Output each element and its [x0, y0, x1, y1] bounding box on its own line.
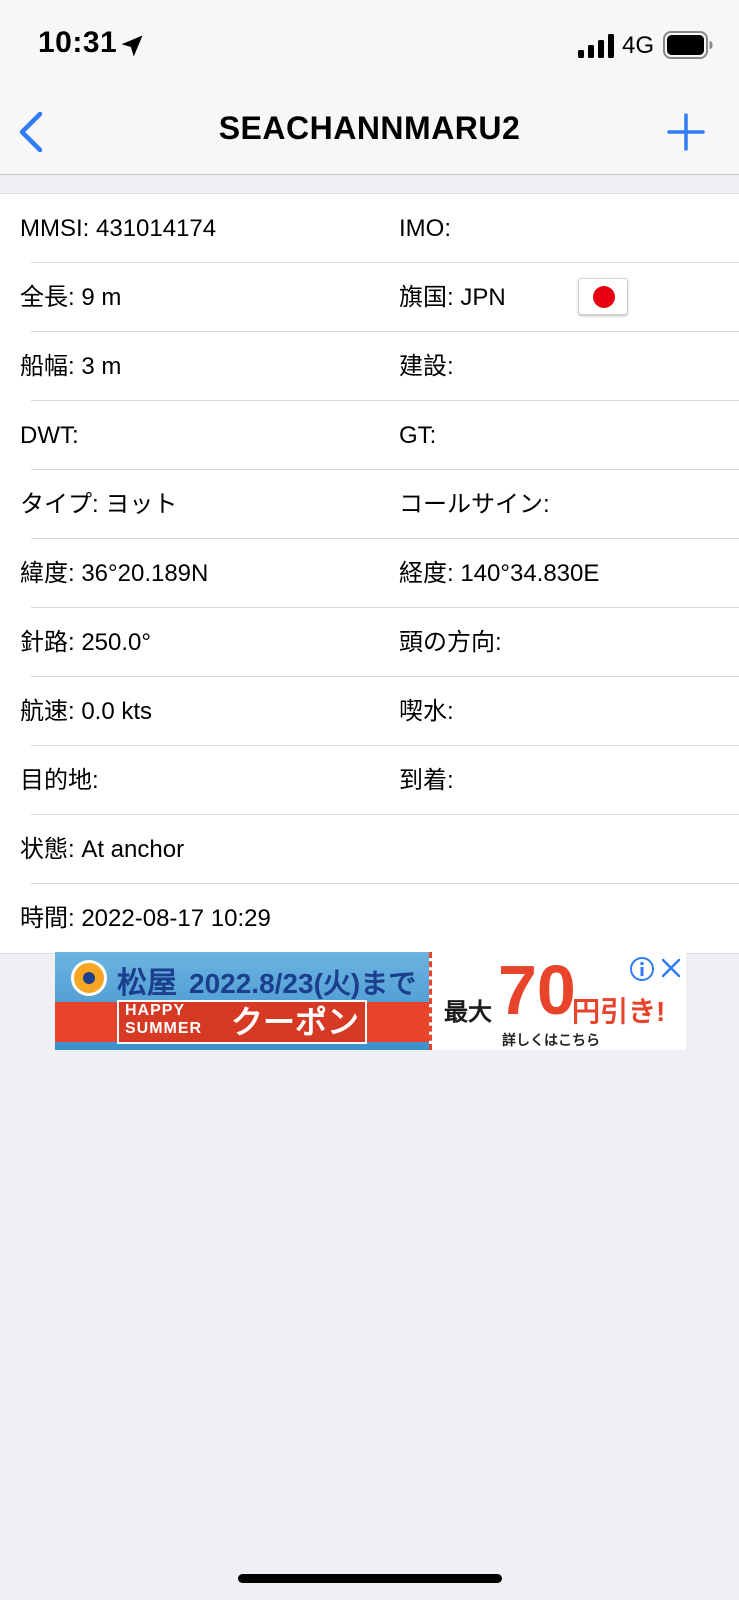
ad-brand-logo-icon [71, 960, 107, 996]
draught-value: 喫水: [399, 698, 454, 725]
type-value: タイプ: ヨット [20, 491, 178, 518]
add-button[interactable] [664, 110, 708, 154]
japan-flag-icon [578, 278, 628, 315]
imo-value: IMO: [399, 215, 451, 242]
info-row-time: 時間: 2022-08-17 10:29 [0, 884, 739, 953]
page-title: SEACHANNMARU2 [218, 110, 521, 146]
navigation-bar: SEACHANNMARU2 [0, 90, 739, 175]
ad-amount: 70 [498, 952, 576, 1029]
info-row-position: 緯度: 36°20.189N 経度: 140°34.830E [0, 539, 739, 608]
course-value: 針路: 250.0° [20, 629, 151, 656]
ad-happy-summer-text: HAPPY SUMMER [125, 1002, 203, 1037]
info-row-type: タイプ: ヨット コールサイン: [0, 470, 739, 539]
ad-date-text: 2022.8/23(火)まで [189, 968, 417, 999]
info-row-length: 全長: 9 m 旗国: JPN [0, 263, 739, 332]
info-row-course: 針路: 250.0° 頭の方向: [0, 608, 739, 677]
heading-value: 頭の方向: [399, 629, 502, 656]
ad-discount-text: 円引き! [572, 996, 666, 1027]
status-bar: 10:31 4G [0, 0, 739, 90]
info-row-beam: 船幅: 3 m 建設: [0, 332, 739, 401]
info-row-status: 状態: At anchor [0, 815, 739, 884]
cellular-signal-icon [578, 34, 614, 58]
longitude-value: 経度: 140°34.830E [399, 560, 600, 587]
callsign-value: コールサイン: [399, 491, 550, 518]
status-time: 10:31 [38, 26, 118, 59]
ad-close-icon[interactable] [659, 956, 683, 980]
ad-banner[interactable]: 松屋 2022.8/23(火)まで HAPPY SUMMER クーポン 最大 7… [55, 952, 686, 1050]
location-arrow-icon [121, 35, 143, 57]
mmsi-value: MMSI: 431014174 [20, 215, 217, 242]
info-row-destination: 目的地: 到着: [0, 746, 739, 815]
ad-details-link[interactable]: 詳しくはこちら [502, 1030, 600, 1050]
flag-disc [593, 286, 615, 308]
ad-coupon-text: クーポン [231, 1004, 360, 1040]
vessel-info-table: MMSI: 431014174 IMO: 全長: 9 m 旗国: JPN 船幅:… [0, 193, 739, 954]
ad-max-label: 最大 [444, 999, 492, 1026]
time-value: 時間: 2022-08-17 10:29 [20, 905, 271, 932]
network-type-label: 4G [622, 32, 655, 59]
status-value: 状態: At anchor [20, 836, 185, 863]
gt-value: GT: [399, 422, 437, 449]
speed-value: 航速: 0.0 kts [20, 698, 153, 725]
flag-state-value: 旗国: JPN [399, 284, 506, 311]
beam-value: 船幅: 3 m [20, 353, 122, 380]
battery-icon [663, 31, 713, 59]
destination-value: 目的地: [20, 767, 99, 794]
built-value: 建設: [399, 353, 454, 380]
home-indicator[interactable] [238, 1574, 502, 1583]
length-value: 全長: 9 m [20, 284, 122, 311]
info-row-mmsi: MMSI: 431014174 IMO: [0, 194, 739, 263]
ad-info-icon[interactable] [629, 956, 655, 982]
arrival-value: 到着: [399, 767, 454, 794]
latitude-value: 緯度: 36°20.189N [20, 560, 209, 587]
info-row-speed: 航速: 0.0 kts 喫水: [0, 677, 739, 746]
info-row-dwt: DWT: GT: [0, 401, 739, 470]
ad-brand-name: 松屋 [117, 966, 177, 1001]
dwt-value: DWT: [20, 422, 79, 449]
